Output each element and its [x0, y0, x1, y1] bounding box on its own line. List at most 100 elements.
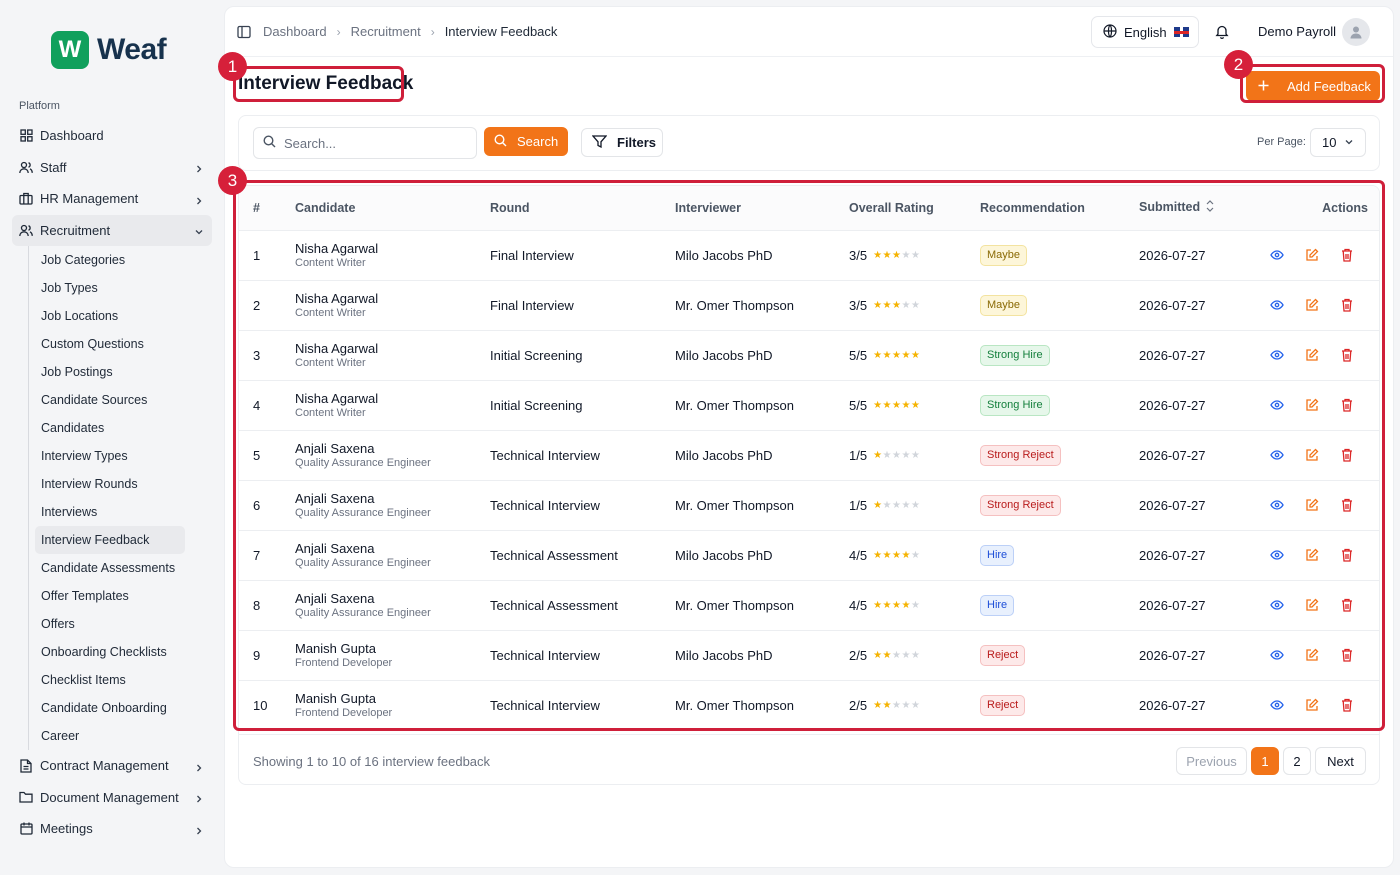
sidebar-subitem-checklist-items[interactable]: Checklist Items — [35, 666, 212, 694]
page-button-1[interactable]: 1 — [1251, 747, 1279, 775]
round-cell: Technical Interview — [490, 647, 600, 663]
actions-cell — [1259, 530, 1379, 580]
chevron-right-icon: › — [336, 24, 341, 39]
edit-icon[interactable] — [1304, 697, 1320, 713]
edit-icon[interactable] — [1304, 597, 1320, 613]
view-icon[interactable] — [1269, 347, 1285, 363]
sidebar-subitem-job-locations[interactable]: Job Locations — [35, 302, 212, 330]
view-icon[interactable] — [1269, 647, 1285, 663]
view-icon[interactable] — [1269, 247, 1285, 263]
submitted-cell: 2026-07-27 — [1139, 547, 1206, 563]
view-icon[interactable] — [1269, 297, 1285, 313]
star-icon: ★ — [873, 449, 883, 461]
previous-page-button[interactable]: Previous — [1176, 747, 1247, 775]
view-icon[interactable] — [1269, 397, 1285, 413]
sidebar-subitem-offers[interactable]: Offers — [35, 610, 212, 638]
sidebar-subitem-interview-rounds[interactable]: Interview Rounds — [35, 470, 212, 498]
language-selector[interactable]: English — [1091, 16, 1199, 48]
page-button-2[interactable]: 2 — [1283, 747, 1311, 775]
chevron-right-icon — [194, 824, 204, 835]
rating-stars: ★★★★★ — [873, 600, 920, 611]
sidebar-subitem-custom-questions[interactable]: Custom Questions — [35, 330, 212, 358]
star-icon: ★ — [873, 499, 883, 511]
sidebar-item-contract-management[interactable]: Contract Management — [12, 750, 212, 782]
per-page-select[interactable]: 10 — [1310, 128, 1366, 157]
sidebar-subitem-candidates[interactable]: Candidates — [35, 414, 212, 442]
filters-button[interactable]: Filters — [581, 128, 663, 157]
delete-icon[interactable] — [1339, 547, 1355, 563]
sidebar-subitem-job-types[interactable]: Job Types — [35, 274, 212, 302]
sidebar-subitem-career[interactable]: Career — [35, 722, 212, 750]
view-icon[interactable] — [1269, 547, 1285, 563]
sidebar-item-staff[interactable]: Staff — [12, 152, 212, 184]
user-name[interactable]: Demo Payroll — [1258, 24, 1336, 39]
sidebar-item-document-management[interactable]: Document Management — [12, 782, 212, 814]
sidebar-subitem-interviews[interactable]: Interviews — [35, 498, 212, 526]
edit-icon[interactable] — [1304, 397, 1320, 413]
actions-cell — [1259, 330, 1379, 380]
edit-icon[interactable] — [1304, 297, 1320, 313]
rating-value: 5/5 — [849, 347, 868, 363]
breadcrumb-recruitment[interactable]: Recruitment — [351, 24, 421, 39]
actions-cell — [1259, 230, 1379, 280]
column-header-submitted[interactable]: Submitted — [1139, 186, 1259, 231]
search-field[interactable] — [253, 127, 477, 159]
sidebar-subitem-onboarding-checklists[interactable]: Onboarding Checklists — [35, 638, 212, 666]
candidate-role: Content Writer — [295, 356, 366, 369]
brand-logo[interactable]: W Weaf — [51, 31, 167, 69]
edit-icon[interactable] — [1304, 647, 1320, 663]
row-number: 9 — [253, 647, 261, 663]
edit-icon[interactable] — [1304, 347, 1320, 363]
sidebar-subitem-offer-templates[interactable]: Offer Templates — [35, 582, 212, 610]
sidebar-item-meetings[interactable]: Meetings — [12, 813, 212, 845]
sidebar-subitem-interview-feedback[interactable]: Interview Feedback — [35, 526, 185, 554]
column-header-actions: Actions — [1259, 186, 1379, 231]
edit-icon[interactable] — [1304, 547, 1320, 563]
breadcrumb-dashboard[interactable]: Dashboard — [263, 24, 327, 39]
sidebar-subitem-candidate-onboarding[interactable]: Candidate Onboarding — [35, 694, 212, 722]
sidebar-item-recruitment[interactable]: Recruitment — [12, 214, 212, 246]
delete-icon[interactable] — [1339, 647, 1355, 663]
delete-icon[interactable] — [1339, 397, 1355, 413]
delete-icon[interactable] — [1339, 497, 1355, 513]
sidebar-item-dashboard[interactable]: Dashboard — [12, 120, 212, 152]
sort-icon[interactable] — [1206, 200, 1214, 215]
delete-icon[interactable] — [1339, 447, 1355, 463]
edit-icon[interactable] — [1304, 447, 1320, 463]
view-icon[interactable] — [1269, 447, 1285, 463]
sidebar-toggle-icon[interactable] — [237, 25, 251, 39]
search-button[interactable]: Search — [484, 127, 568, 156]
sidebar-subitem-job-postings[interactable]: Job Postings — [35, 358, 212, 386]
bell-icon[interactable] — [1215, 24, 1229, 39]
sidebar-subitem-job-categories[interactable]: Job Categories — [35, 246, 212, 274]
delete-icon[interactable] — [1339, 597, 1355, 613]
star-icon: ★ — [873, 299, 883, 311]
delete-icon[interactable] — [1339, 347, 1355, 363]
column-header-number: # — [239, 186, 295, 231]
interviewer-cell: Milo Jacobs PhD — [675, 547, 773, 563]
view-icon[interactable] — [1269, 697, 1285, 713]
edit-icon[interactable] — [1304, 247, 1320, 263]
delete-icon[interactable] — [1339, 247, 1355, 263]
sidebar-subitem-candidate-assessments[interactable]: Candidate Assessments — [35, 554, 212, 582]
search-input[interactable] — [284, 135, 464, 151]
table-body: 1 Nisha Agarwal Content Writer Final Interv… — [239, 230, 1379, 730]
sidebar-subitem-candidate-sources[interactable]: Candidate Sources — [35, 386, 212, 414]
delete-icon[interactable] — [1339, 297, 1355, 313]
avatar[interactable] — [1342, 18, 1370, 46]
sidebar-item-label: Staff — [40, 159, 67, 175]
actions-cell — [1259, 280, 1379, 330]
view-icon[interactable] — [1269, 597, 1285, 613]
view-icon[interactable] — [1269, 497, 1285, 513]
edit-icon[interactable] — [1304, 497, 1320, 513]
table-row: 10 Manish Gupta Frontend Developer Technica… — [239, 680, 1379, 730]
candidate-cell: Nisha Agarwal Content Writer — [295, 280, 490, 330]
add-feedback-button[interactable]: Add Feedback — [1246, 71, 1380, 101]
sidebar-subitem-interview-types[interactable]: Interview Types — [35, 442, 212, 470]
next-page-button[interactable]: Next — [1315, 747, 1366, 775]
candidate-role: Quality Assurance Engineer — [295, 456, 431, 469]
sidebar-item-hr-management[interactable]: HR Management — [12, 183, 212, 215]
marker-1: 1 — [218, 52, 247, 81]
logo-mark: W — [51, 31, 89, 69]
delete-icon[interactable] — [1339, 697, 1355, 713]
